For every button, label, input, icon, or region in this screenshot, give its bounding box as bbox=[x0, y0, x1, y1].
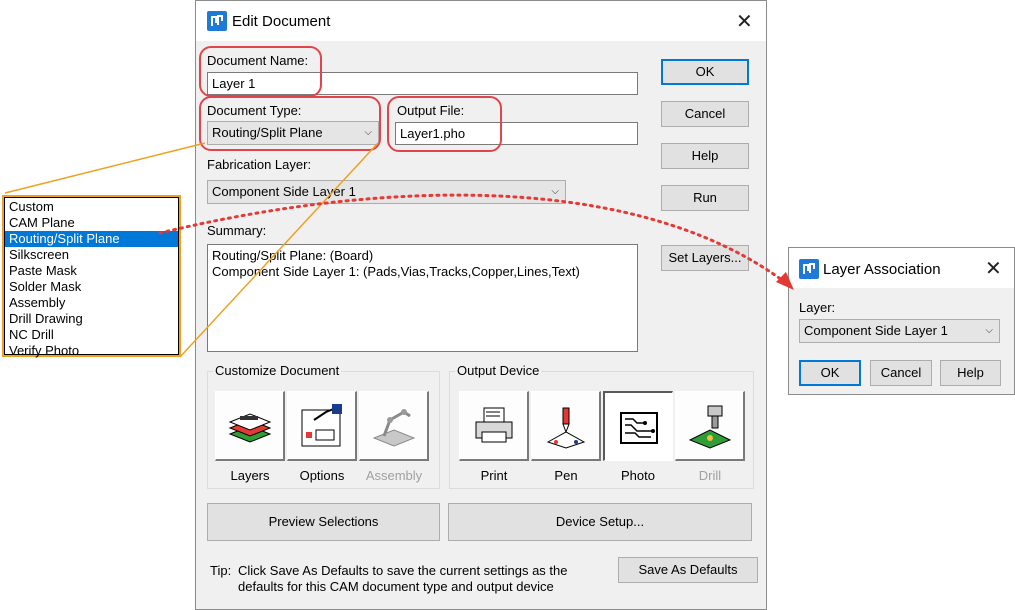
photo-button[interactable] bbox=[603, 391, 673, 461]
cancel-button[interactable]: Cancel bbox=[870, 360, 932, 386]
document-type-list: Custom CAM Plane Routing/Split Plane Sil… bbox=[2, 195, 181, 358]
list-item[interactable]: NC Drill bbox=[5, 327, 178, 343]
assembly-button bbox=[359, 391, 429, 461]
customize-document-label: Customize Document bbox=[213, 363, 342, 378]
close-icon[interactable]: ✕ bbox=[736, 12, 753, 32]
layers-icon bbox=[228, 413, 272, 443]
assembly-icon bbox=[372, 409, 416, 447]
chevron-down-icon: ⌵ bbox=[551, 186, 559, 197]
cancel-button[interactable]: Cancel bbox=[661, 101, 749, 127]
list-item[interactable]: Assembly bbox=[5, 295, 178, 311]
options-button[interactable] bbox=[287, 391, 357, 461]
dialog-title: Edit Document bbox=[232, 13, 331, 30]
title-bar: Layer Association ✕ bbox=[789, 248, 1014, 288]
list-item[interactable]: Paste Mask bbox=[5, 263, 178, 279]
document-type-list-inner: Custom CAM Plane Routing/Split Plane Sil… bbox=[4, 197, 179, 358]
dialog-title: Layer Association bbox=[823, 261, 941, 278]
layers-button[interactable] bbox=[215, 391, 285, 461]
chevron-down-icon: ⌵ bbox=[985, 325, 993, 336]
document-type-highlight bbox=[199, 96, 381, 151]
fabrication-layer-value: Component Side Layer 1 bbox=[212, 184, 356, 199]
device-setup-button[interactable]: Device Setup... bbox=[448, 503, 752, 541]
run-button[interactable]: Run bbox=[661, 185, 749, 211]
output-device-label: Output Device bbox=[455, 363, 542, 378]
photo-caption: Photo bbox=[621, 468, 655, 483]
print-caption: Print bbox=[480, 468, 508, 483]
list-item[interactable]: Silkscreen bbox=[5, 247, 178, 263]
summary-line: Routing/Split Plane: (Board) bbox=[212, 248, 374, 263]
layer-label: Layer: bbox=[799, 300, 836, 315]
document-name-highlight bbox=[199, 46, 322, 97]
preview-selections-button[interactable]: Preview Selections bbox=[207, 503, 440, 541]
title-bar: Edit Document ✕ bbox=[196, 1, 766, 41]
output-file-highlight bbox=[387, 96, 502, 152]
help-button[interactable]: Help bbox=[940, 360, 1001, 386]
app-icon bbox=[207, 11, 227, 31]
summary-box: Routing/Split Plane: (Board) Component S… bbox=[207, 244, 638, 352]
list-item[interactable]: Solder Mask bbox=[5, 279, 178, 295]
summary-line: Component Side Layer 1: (Pads,Vias,Track… bbox=[212, 264, 580, 279]
set-layers-button[interactable]: Set Layers... bbox=[661, 245, 749, 271]
close-icon[interactable]: ✕ bbox=[985, 259, 1002, 279]
app-icon bbox=[799, 259, 819, 279]
drill-icon bbox=[688, 405, 732, 449]
photoplotter-icon bbox=[620, 412, 658, 444]
layer-select[interactable]: Component Side Layer 1 ⌵ bbox=[799, 319, 1000, 343]
summary-label: Summary: bbox=[207, 223, 267, 238]
layer-association-dialog: Layer Association ✕ Layer: Component Sid… bbox=[788, 247, 1015, 395]
pen-button[interactable] bbox=[531, 391, 601, 461]
tip-text-line2: defaults for this CAM document type and … bbox=[238, 579, 554, 594]
drill-button bbox=[675, 391, 745, 461]
printer-icon bbox=[475, 407, 513, 443]
options-caption: Options bbox=[299, 468, 345, 483]
tip-text-line1: Click Save As Defaults to save the curre… bbox=[238, 563, 568, 578]
options-icon bbox=[301, 404, 342, 447]
fabrication-layer-select[interactable]: Component Side Layer 1 ⌵ bbox=[207, 180, 566, 204]
save-as-defaults-button[interactable]: Save As Defaults bbox=[618, 557, 758, 583]
list-item-selected[interactable]: Routing/Split Plane bbox=[5, 231, 178, 247]
layers-caption: Layers bbox=[230, 468, 270, 483]
drill-caption: Drill bbox=[698, 468, 722, 483]
list-item[interactable]: Drill Drawing bbox=[5, 311, 178, 327]
tip-label: Tip: bbox=[210, 563, 232, 578]
ok-button[interactable]: OK bbox=[661, 59, 749, 85]
list-item[interactable]: Custom bbox=[5, 199, 178, 215]
pen-plotter-icon bbox=[546, 407, 586, 449]
assembly-caption: Assembly bbox=[365, 468, 423, 483]
callout-line bbox=[4, 142, 206, 194]
list-item[interactable]: CAM Plane bbox=[5, 215, 178, 231]
ok-button[interactable]: OK bbox=[799, 360, 861, 386]
pen-caption: Pen bbox=[554, 468, 578, 483]
layer-value: Component Side Layer 1 bbox=[804, 323, 948, 338]
print-button[interactable] bbox=[459, 391, 529, 461]
help-button[interactable]: Help bbox=[661, 143, 749, 169]
fabrication-layer-label: Fabrication Layer: bbox=[207, 157, 312, 172]
list-item[interactable]: Verify Photo bbox=[5, 343, 178, 359]
